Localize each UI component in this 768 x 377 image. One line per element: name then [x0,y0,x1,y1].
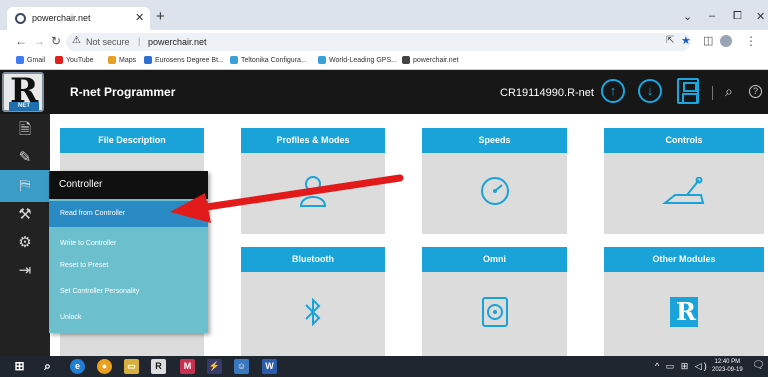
clock-time: 12:40 PM [714,359,741,365]
mail-app-icon[interactable]: M [180,359,195,374]
chrome-icon[interactable]: ● [97,359,112,374]
file-explorer-icon[interactable]: ▭ [124,359,139,374]
edge-icon[interactable]: e [70,359,85,374]
bolt-app-icon[interactable]: ⚡ [207,359,222,374]
taskbar-clock[interactable]: 12:40 PM 2023-09-19 [712,358,743,374]
windows-taskbar: ⊞ ⌕ e ● ▭ R M ⚡ ☺ W ^ ▭ ⊞ ◁) 12:40 PM 20… [0,356,768,377]
search-taskbar-icon[interactable]: ⌕ [40,359,55,374]
windows-start-icon[interactable]: ⊞ [12,359,27,374]
people-app-icon[interactable]: ☺ [234,359,249,374]
system-tray[interactable]: ^ ▭ ⊞ ◁) [655,361,709,372]
word-icon[interactable]: W [262,359,277,374]
notification-icon[interactable]: 🗨 [752,360,765,371]
clock-date: 2023-09-19 [712,367,743,373]
rnet-app-icon[interactable]: R [151,359,166,374]
annotation-arrow [170,174,404,223]
